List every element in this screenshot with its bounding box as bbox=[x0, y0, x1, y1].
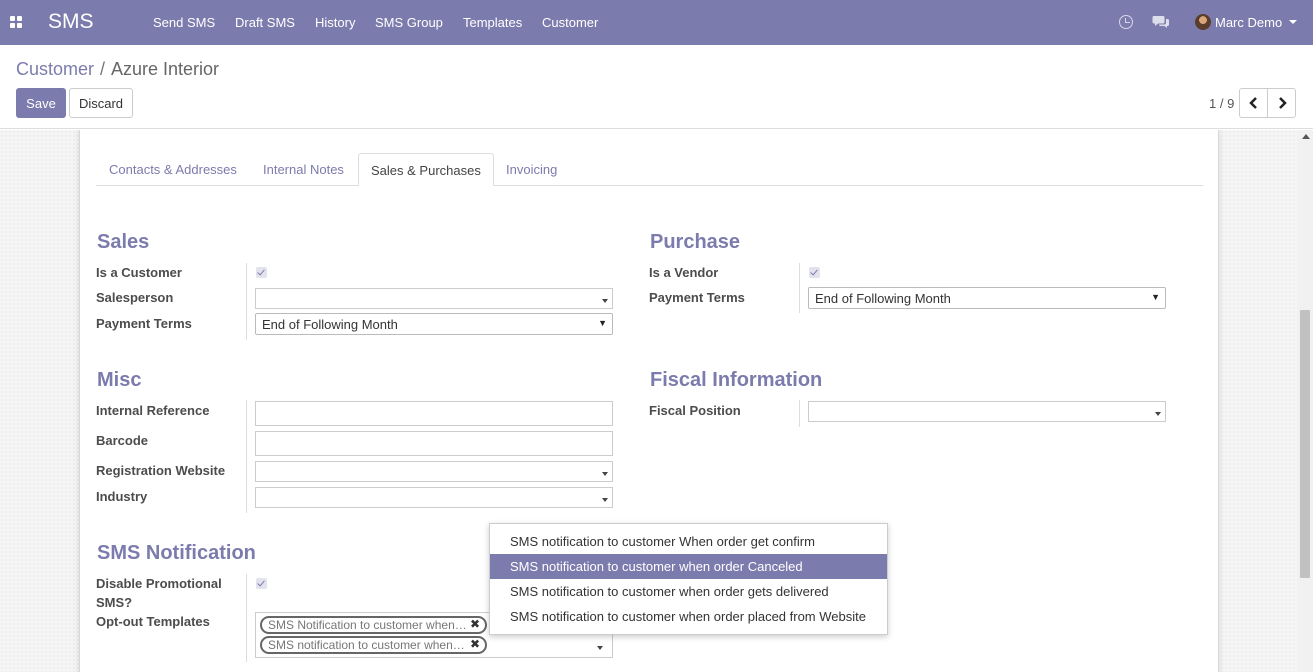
internal-reference-label: Internal Reference bbox=[96, 403, 210, 418]
sales-divider bbox=[246, 263, 247, 340]
optout-tag: SMS Notification to customer when… bbox=[260, 616, 487, 634]
caret-down-icon[interactable] bbox=[597, 646, 603, 650]
registration-website-label: Registration Website bbox=[96, 463, 226, 478]
fiscal-position-field[interactable] bbox=[808, 401, 1166, 422]
industry-field[interactable] bbox=[255, 487, 613, 508]
tab-sales-purchases[interactable]: Sales & Purchases bbox=[358, 153, 494, 186]
barcode-label: Barcode bbox=[96, 433, 149, 448]
optout-tag-label: SMS Notification to customer when… bbox=[268, 618, 467, 632]
avatar[interactable] bbox=[1195, 14, 1211, 30]
top-navbar: SMS Send SMS Draft SMS History SMS Group… bbox=[0, 0, 1313, 45]
clock-icon[interactable] bbox=[1119, 15, 1133, 29]
menu-history[interactable]: History bbox=[315, 15, 355, 30]
tag-remove-icon[interactable]: ✖ bbox=[470, 617, 480, 631]
sms-notification-section-title: SMS Notification bbox=[97, 542, 256, 564]
sales-payment-terms-select[interactable]: End of Following Month bbox=[255, 313, 613, 335]
tab-invoicing[interactable]: Invoicing bbox=[506, 162, 557, 177]
caret-down-icon[interactable] bbox=[1289, 20, 1297, 24]
tag-remove-icon[interactable]: ✖ bbox=[470, 637, 480, 651]
fiscal-position-label: Fiscal Position bbox=[649, 403, 741, 418]
optout-templates-dropdown: SMS notification to customer When order … bbox=[489, 523, 888, 635]
industry-label: Industry bbox=[96, 489, 148, 504]
purchase-divider bbox=[799, 263, 800, 313]
dropdown-option[interactable]: SMS notification to customer When order … bbox=[490, 529, 887, 554]
optout-tag: SMS notification to customer when… bbox=[260, 636, 487, 654]
menu-send-sms[interactable]: Send SMS bbox=[153, 15, 215, 30]
vertical-scrollbar[interactable] bbox=[1298, 130, 1313, 672]
is-vendor-label: Is a Vendor bbox=[649, 265, 719, 280]
apps-icon[interactable] bbox=[10, 16, 22, 28]
disable-promotional-label-line2: SMS? bbox=[96, 595, 133, 610]
scrollbar-thumb[interactable] bbox=[1300, 310, 1310, 578]
purchase-payment-terms-label: Payment Terms bbox=[649, 290, 745, 305]
pager-value[interactable]: 1 / 9 bbox=[1209, 96, 1234, 111]
dropdown-option[interactable]: SMS notification to customer when order … bbox=[490, 579, 887, 604]
sales-section-title: Sales bbox=[97, 231, 150, 253]
tab-sales-purchases-label: Sales & Purchases bbox=[371, 163, 481, 178]
sales-payment-terms-label: Payment Terms bbox=[96, 316, 192, 331]
pager-next-button[interactable] bbox=[1267, 88, 1296, 118]
user-name[interactable]: Marc Demo bbox=[1215, 15, 1282, 30]
optout-tag-label: SMS notification to customer when… bbox=[268, 638, 465, 652]
breadcrumb-separator: / bbox=[100, 59, 106, 79]
dropdown-option[interactable]: SMS notification to customer when order … bbox=[490, 604, 887, 629]
registration-website-field[interactable] bbox=[255, 461, 613, 482]
pager-previous-button[interactable] bbox=[1239, 88, 1268, 118]
internal-reference-input[interactable] bbox=[255, 401, 613, 426]
tab-internal-notes[interactable]: Internal Notes bbox=[263, 162, 344, 177]
discard-button[interactable]: Discard bbox=[69, 88, 133, 118]
misc-divider bbox=[246, 400, 247, 513]
misc-section-title: Misc bbox=[97, 369, 142, 391]
purchase-section-title: Purchase bbox=[650, 231, 741, 253]
chevron-left-icon bbox=[1248, 97, 1257, 109]
disable-promotional-checkbox[interactable] bbox=[256, 578, 267, 589]
breadcrumb-parent[interactable]: Customer bbox=[16, 59, 94, 80]
salesperson-label: Salesperson bbox=[96, 290, 174, 305]
salesperson-field[interactable] bbox=[255, 288, 613, 309]
menu-templates[interactable]: Templates bbox=[463, 15, 522, 30]
is-customer-checkbox[interactable] bbox=[256, 267, 267, 278]
save-button[interactable]: Save bbox=[16, 88, 66, 118]
chevron-right-icon bbox=[1278, 97, 1287, 109]
tabs-divider bbox=[96, 185, 1203, 186]
optout-templates-label: Opt-out Templates bbox=[96, 614, 210, 629]
sms-notification-divider bbox=[246, 574, 247, 662]
is-customer-label: Is a Customer bbox=[96, 265, 182, 280]
menu-customer[interactable]: Customer bbox=[542, 15, 598, 30]
app-title[interactable]: SMS bbox=[48, 10, 94, 34]
menu-draft-sms[interactable]: Draft SMS bbox=[235, 15, 295, 30]
chat-icon[interactable] bbox=[1152, 14, 1170, 29]
is-vendor-checkbox[interactable] bbox=[809, 267, 820, 278]
fiscal-section-title: Fiscal Information bbox=[650, 369, 823, 391]
dropdown-option-highlighted[interactable]: SMS notification to customer when order … bbox=[490, 554, 887, 579]
purchase-payment-terms-select[interactable]: End of Following Month bbox=[808, 287, 1166, 309]
tab-contacts-addresses[interactable]: Contacts & Addresses bbox=[109, 162, 237, 177]
barcode-input[interactable] bbox=[255, 431, 613, 456]
disable-promotional-label: Disable Promotional bbox=[96, 576, 222, 591]
control-panel: Customer / Azure Interior Save Discard 1… bbox=[0, 45, 1313, 129]
menu-sms-group[interactable]: SMS Group bbox=[375, 15, 443, 30]
scroll-up-arrow-icon[interactable] bbox=[1302, 134, 1310, 139]
fiscal-divider bbox=[799, 400, 800, 427]
breadcrumb-current: Azure Interior bbox=[111, 59, 220, 79]
